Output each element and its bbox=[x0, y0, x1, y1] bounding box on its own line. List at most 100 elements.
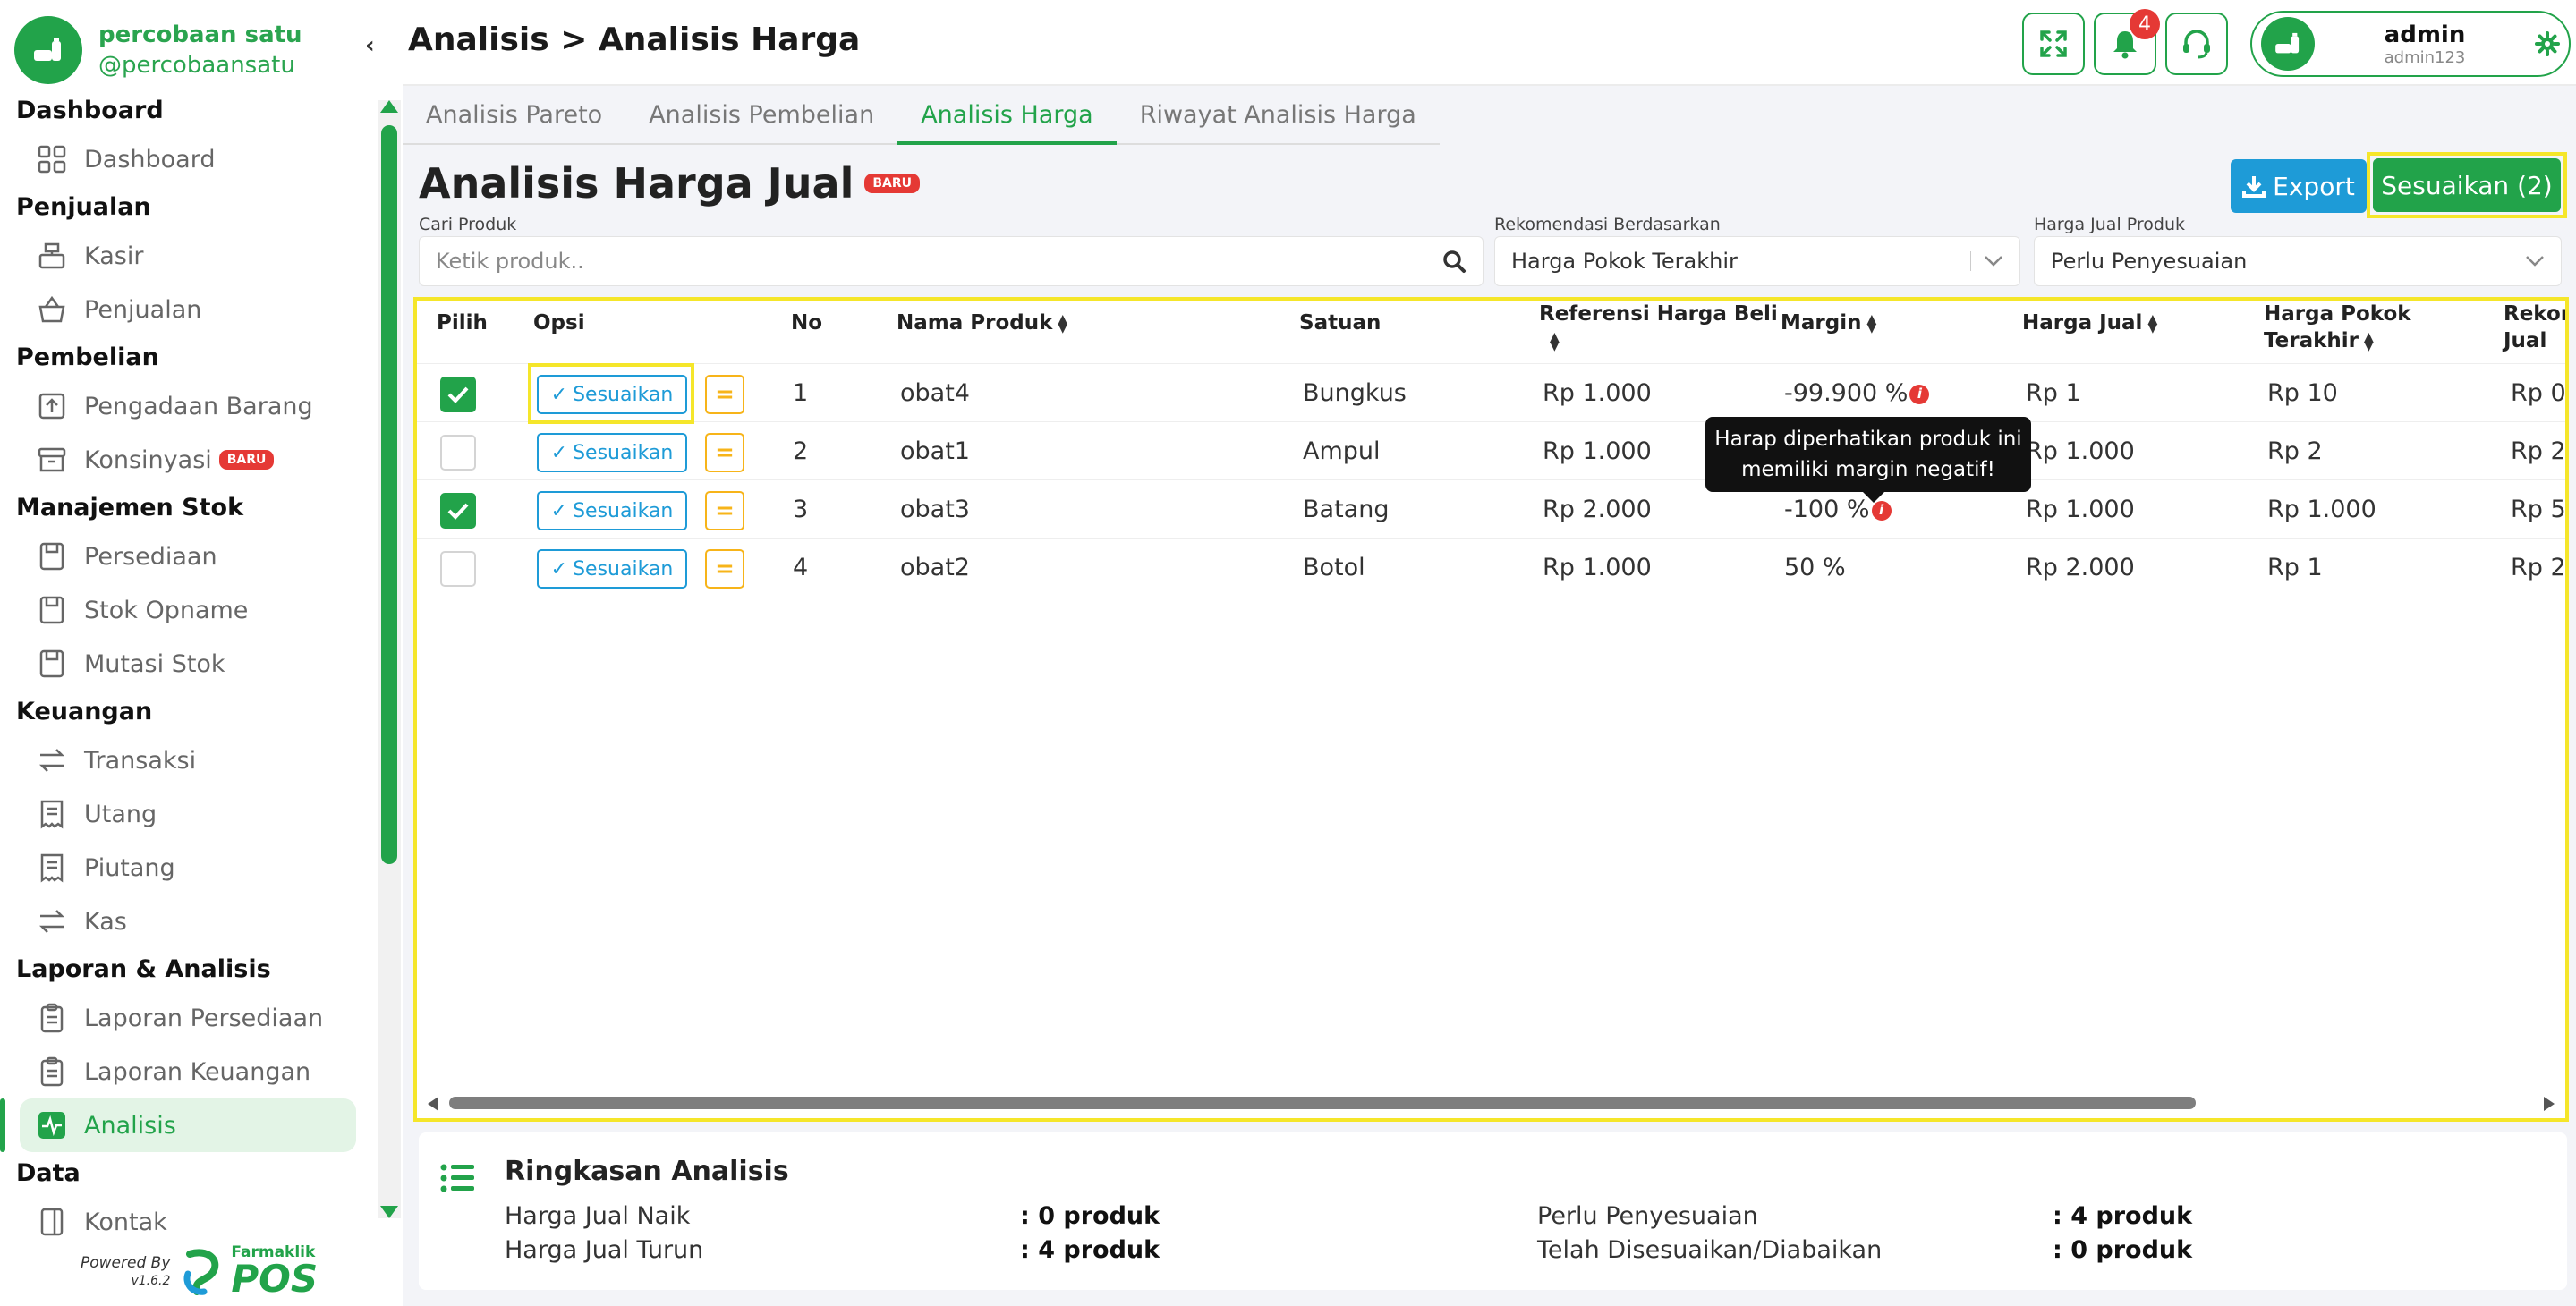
sort-icon: ▲ ▼ bbox=[1866, 311, 1877, 335]
sidebar-item-analisis[interactable]: Analisis bbox=[0, 1098, 356, 1152]
sidebar-item-transaksi[interactable]: Transaksi bbox=[0, 734, 376, 787]
sidebar-menu: Dashboard Dashboard Penjualan Kasir Penjuala… bbox=[0, 89, 376, 1249]
col-header-ref-harga-beli[interactable]: Referensi Harga Beli ▲ ▼ bbox=[1539, 301, 1778, 354]
row-ignore-button[interactable]: = bbox=[705, 433, 744, 472]
tab-analisis-harga[interactable]: Analisis Harga bbox=[897, 86, 1117, 145]
sidebar-item-laporan-persediaan[interactable]: Laporan Persediaan bbox=[0, 991, 376, 1045]
row-ignore-button[interactable]: = bbox=[705, 549, 744, 589]
col-header-nama-produk[interactable]: Nama Produk ▲ ▼ bbox=[897, 310, 1067, 336]
row-select-checkbox[interactable] bbox=[440, 435, 476, 471]
sidebar-item-dashboard[interactable]: Dashboard bbox=[0, 132, 376, 186]
table-horizontal-scrollbar[interactable] bbox=[417, 1088, 2565, 1118]
sidebar-item-label: Kas bbox=[84, 907, 127, 936]
sidebar-scroll-thumb[interactable] bbox=[381, 125, 397, 864]
sidebar-item-label: Mutasi Stok bbox=[84, 649, 225, 678]
content-title-text: Analisis Harga Jual bbox=[419, 159, 854, 208]
row-1-sesuaikan-highlight bbox=[528, 363, 694, 424]
tab-analisis-pembelian[interactable]: Analisis Pembelian bbox=[625, 86, 898, 145]
sidebar-item-label: Pengadaan Barang bbox=[84, 392, 313, 420]
row-select-checkbox[interactable] bbox=[440, 551, 476, 587]
chevron-down-icon bbox=[2526, 256, 2544, 267]
info-warning-icon[interactable]: i bbox=[1871, 500, 1892, 521]
equals-icon: = bbox=[715, 555, 735, 582]
new-badge: BARU bbox=[864, 174, 921, 193]
row-sesuaikan-button[interactable]: ✓ Sesuaikan bbox=[537, 491, 687, 530]
scroll-right-arrow-icon[interactable] bbox=[2544, 1097, 2555, 1111]
sidebar-item-penjualan[interactable]: Penjualan bbox=[0, 283, 376, 336]
selling-price-select[interactable]: Perlu Penyesuaian bbox=[2034, 236, 2562, 286]
row-select-checkbox[interactable] bbox=[440, 377, 476, 412]
sort-icon: ▲ ▼ bbox=[2147, 311, 2158, 335]
cell-ref-harga-beli: Rp 1.000 bbox=[1543, 379, 1652, 407]
scroll-left-arrow-icon[interactable] bbox=[428, 1097, 438, 1111]
telah-disesuaikan-value: : 0 produk bbox=[2053, 1236, 2193, 1264]
sesuaikan-all-button[interactable]: Sesuaikan (2) bbox=[2373, 158, 2561, 212]
cell-satuan: Bungkus bbox=[1303, 379, 1407, 407]
harga-naik-label: Harga Jual Naik bbox=[505, 1202, 691, 1230]
sesuaikan-highlight: Sesuaikan (2) bbox=[2367, 152, 2567, 218]
procurement-icon bbox=[36, 390, 68, 422]
sidebar-item-label: Penjualan bbox=[84, 295, 202, 324]
sidebar-item-kas[interactable]: Kas bbox=[0, 895, 376, 948]
sidebar-item-laporan-keuangan[interactable]: Laporan Keuangan bbox=[0, 1045, 376, 1098]
user-profile-box[interactable]: admin admin123 bbox=[2250, 11, 2571, 77]
scroll-down-arrow-icon[interactable] bbox=[380, 1206, 398, 1218]
row-sesuaikan-button[interactable]: ✓ Sesuaikan bbox=[537, 433, 687, 472]
sidebar-item-utang[interactable]: Utang bbox=[0, 787, 376, 841]
search-placeholder: Ketik produk.. bbox=[436, 249, 584, 274]
cell-rekomendasi: Rp 0 bbox=[2511, 379, 2566, 407]
sidebar-item-mutasi-stok[interactable]: Mutasi Stok bbox=[0, 637, 376, 691]
search-icon[interactable] bbox=[1441, 249, 1467, 274]
sidebar-item-pengadaan-barang[interactable]: Pengadaan Barang bbox=[0, 379, 376, 433]
check-icon: ✓ bbox=[550, 557, 568, 581]
collapse-sidebar-chevron-icon[interactable]: ‹ bbox=[365, 32, 375, 59]
stock-opname-icon bbox=[36, 594, 68, 626]
fullscreen-button[interactable] bbox=[2022, 13, 2085, 75]
telah-disesuaikan-label: Telah Disesuaikan/Diabaikan bbox=[1537, 1236, 1883, 1264]
sesuaikan-label: Sesuaikan bbox=[573, 499, 674, 522]
store-handle: @percobaansatu bbox=[98, 52, 295, 79]
export-button[interactable]: Export bbox=[2231, 159, 2367, 213]
col-header-rekom-line2: Jual bbox=[2504, 329, 2547, 352]
col-header-hpp-line2: Terakhir bbox=[2264, 329, 2359, 352]
tab-riwayat-analisis-harga[interactable]: Riwayat Analisis Harga bbox=[1116, 86, 1440, 145]
version-label: v1.6.2 bbox=[131, 1273, 171, 1288]
scroll-up-arrow-icon[interactable] bbox=[380, 100, 398, 113]
notification-button[interactable]: 4 bbox=[2094, 9, 2160, 75]
sidebar-item-kasir[interactable]: Kasir bbox=[0, 229, 376, 283]
cell-no: 1 bbox=[793, 379, 809, 407]
support-button[interactable] bbox=[2165, 13, 2228, 75]
col-header-harga-jual[interactable]: Harga Jual ▲ ▼ bbox=[2022, 310, 2157, 336]
sidebar-item-label: Stok Opname bbox=[84, 596, 249, 624]
sidebar-item-kontak[interactable]: Kontak bbox=[0, 1195, 376, 1249]
col-header-harga-pokok[interactable]: Harga Pokok Terakhir ▲ ▼ bbox=[2264, 301, 2411, 354]
tab-analisis-pareto[interactable]: Analisis Pareto bbox=[403, 86, 626, 145]
page-title: Analisis > Analisis Harga bbox=[408, 21, 861, 58]
recommendation-select[interactable]: Harga Pokok Terakhir bbox=[1494, 236, 2020, 286]
expand-icon bbox=[2040, 30, 2067, 57]
search-product-input[interactable]: Ketik produk.. bbox=[419, 236, 1484, 286]
sidebar-item-stok-opname[interactable]: Stok Opname bbox=[0, 583, 376, 637]
row-sesuaikan-button[interactable]: ✓ Sesuaikan bbox=[537, 549, 687, 589]
cell-rekomendasi: Rp 2 bbox=[2511, 437, 2566, 465]
sidebar-item-konsinyasi[interactable]: Konsinyasi BARU bbox=[0, 433, 376, 487]
col-header-margin[interactable]: Margin ▲ ▼ bbox=[1781, 310, 1876, 336]
sidebar-item-persediaan[interactable]: Persediaan bbox=[0, 530, 376, 583]
download-icon bbox=[2242, 176, 2266, 198]
row-ignore-button[interactable]: = bbox=[705, 491, 744, 530]
table-row: ✓ Sesuaikan = 4 obat2 Botol Rp 1.000 Rp 2.000 Rp… bbox=[417, 538, 2565, 596]
info-warning-icon[interactable]: i bbox=[1909, 384, 1930, 404]
row-select-checkbox[interactable] bbox=[440, 493, 476, 529]
harga-turun-label: Harga Jual Turun bbox=[505, 1236, 704, 1264]
clipboard-icon bbox=[36, 1002, 68, 1034]
table-scroll-thumb[interactable] bbox=[449, 1097, 2196, 1109]
clipboard-icon bbox=[36, 1056, 68, 1088]
archive-icon bbox=[36, 444, 68, 476]
equals-icon: = bbox=[715, 497, 735, 524]
col-header-no: No bbox=[791, 311, 823, 335]
price-analysis-table: Pilih Opsi No Nama Produk ▲ ▼ Satuan Refer… bbox=[413, 297, 2569, 1122]
perlu-penyesuaian-label: Perlu Penyesuaian bbox=[1537, 1202, 1758, 1230]
sidebar-item-piutang[interactable]: Piutang bbox=[0, 841, 376, 895]
gear-icon[interactable] bbox=[2535, 31, 2560, 56]
row-ignore-button[interactable]: = bbox=[705, 375, 744, 414]
